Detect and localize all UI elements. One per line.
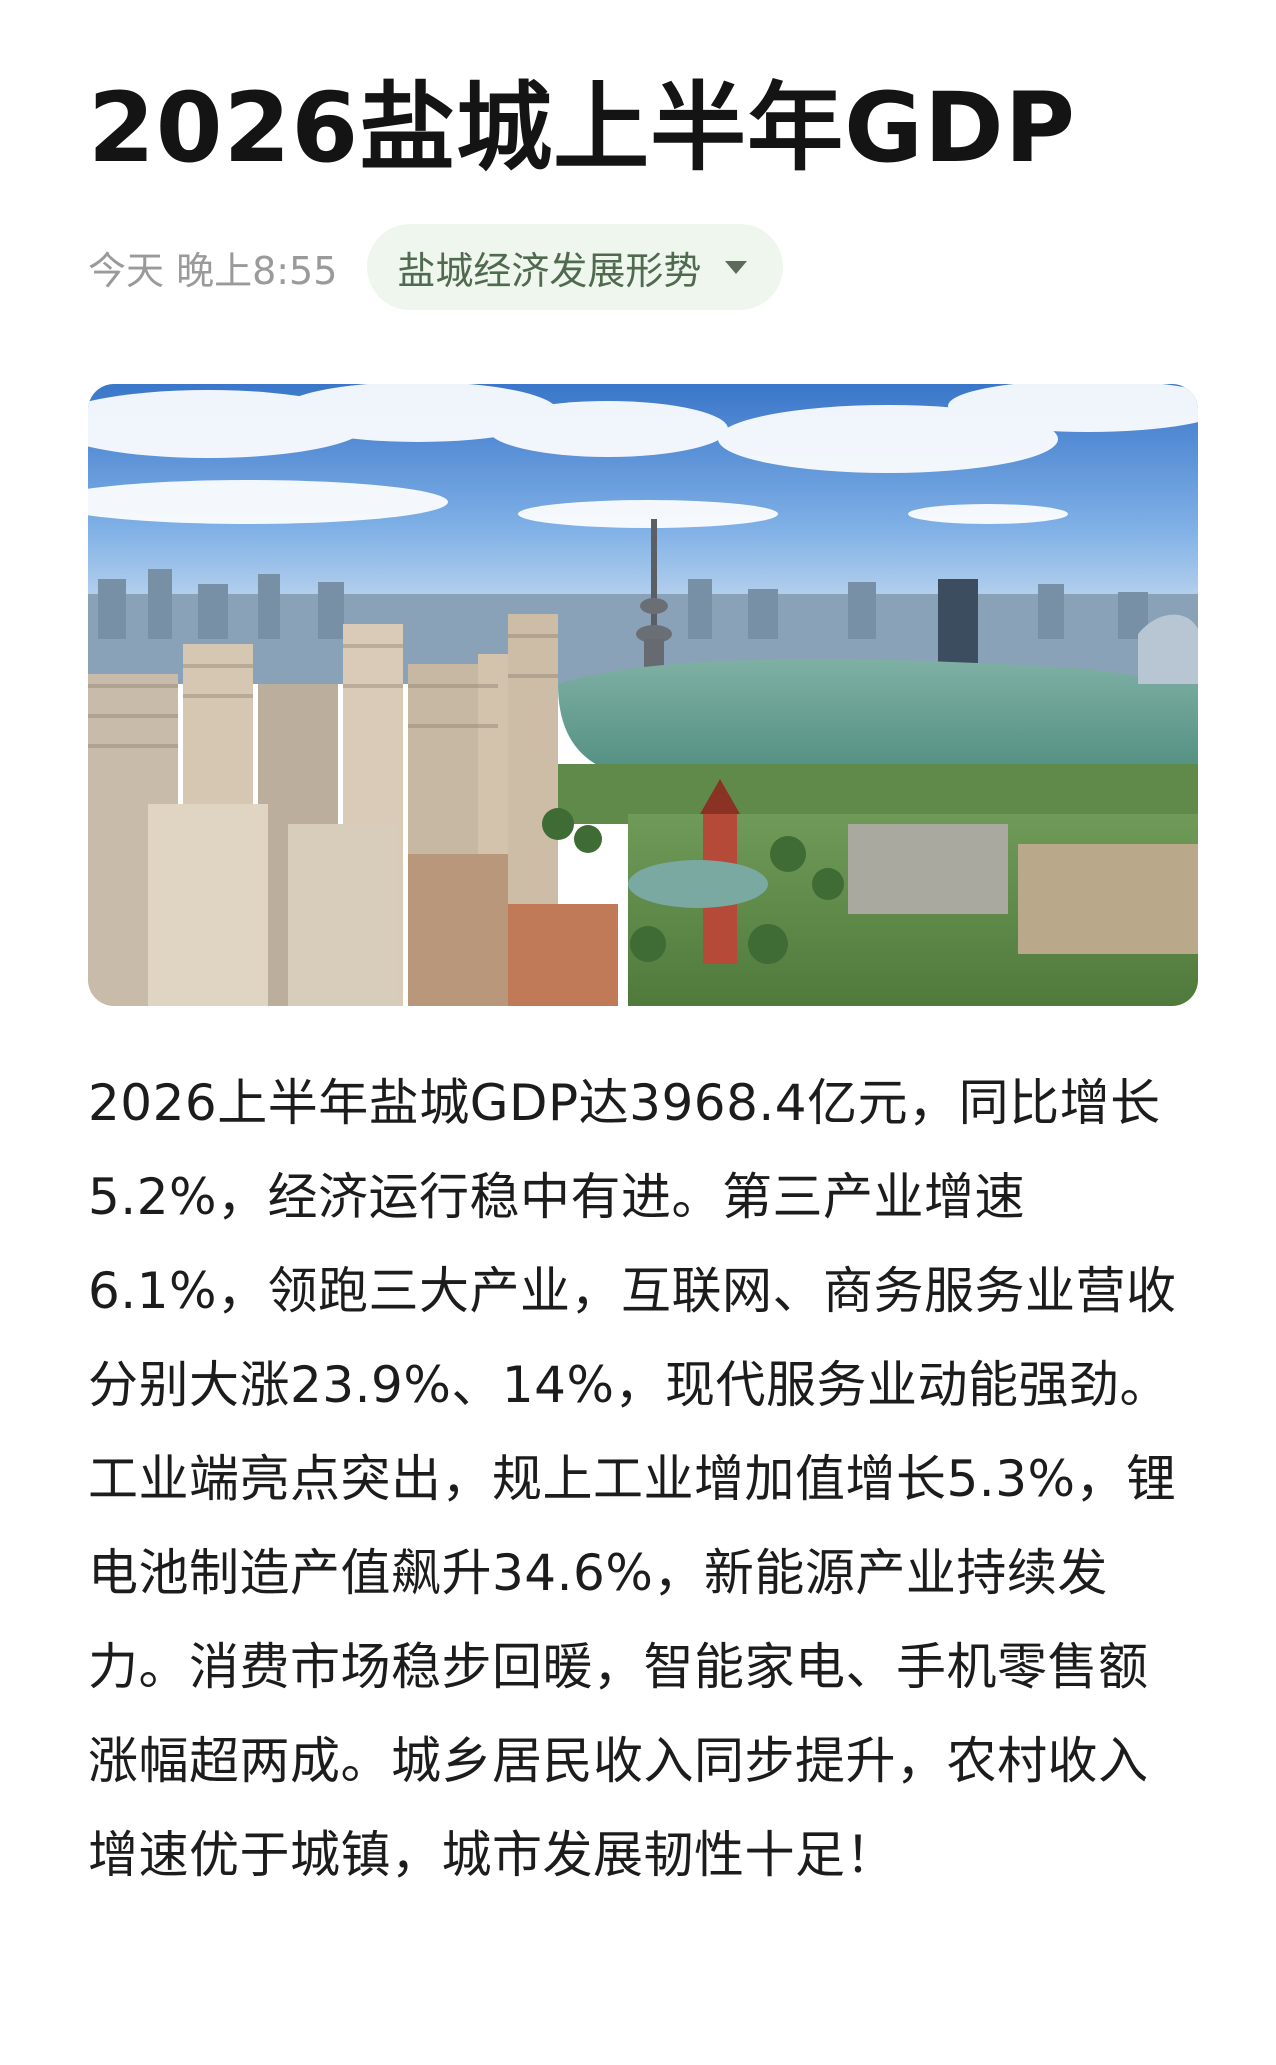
article: 2026盐城上半年GDP 今天 晚上8:55 盐城经济发展形势 2026上半年盐… — [88, 0, 1198, 1902]
article-body: 2026上半年盐城GDP达3968.4亿元，同比增长5.2%，经济运行稳中有进。… — [88, 1074, 1177, 1884]
publish-time: 今天 晚上8:55 — [88, 248, 338, 293]
city-aerial-photo — [88, 384, 1198, 1006]
hero-image[interactable] — [88, 384, 1198, 1006]
topic-chip[interactable]: 盐城经济发展形势 — [367, 224, 784, 310]
article-title: 2026盐城上半年GDP — [88, 72, 1077, 184]
article-meta: 今天 晚上8:55 盐城经济发展形势 — [88, 224, 1198, 310]
topic-label: 盐城经济发展形势 — [397, 248, 702, 293]
caret-down-icon[interactable] — [725, 260, 748, 274]
